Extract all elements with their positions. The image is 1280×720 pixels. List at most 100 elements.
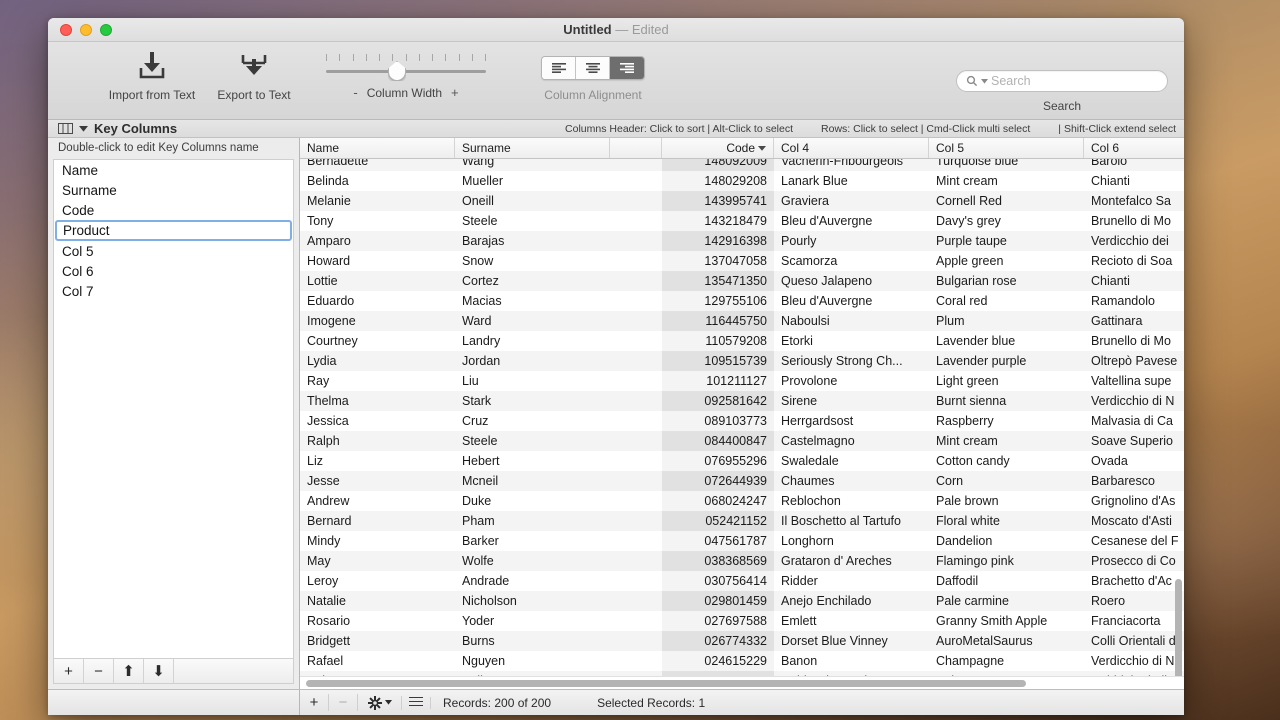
table-cell-surname[interactable]: Duke: [455, 491, 610, 511]
table-cell-col6[interactable]: Malvasia di Ca: [1084, 411, 1184, 431]
table-row[interactable]: Melanie Oneill 143995741 Graviera Cornell Re…: [300, 191, 1184, 211]
table-cell-col6[interactable]: Colli Orientali d: [1084, 631, 1184, 651]
key-columns-list[interactable]: Name Surname Code Product Col 5 Col 6 Col 7: [53, 159, 294, 658]
table-header-col4[interactable]: Col 4: [774, 138, 929, 158]
key-column-row[interactable]: Name: [54, 160, 293, 180]
table-cell-col4[interactable]: Banon: [774, 651, 929, 671]
column-width-slider[interactable]: [326, 52, 486, 84]
table-cell-surname[interactable]: Ward: [455, 311, 610, 331]
chevron-down-icon[interactable]: [384, 700, 392, 705]
remove-record-button[interactable]: −: [329, 694, 358, 711]
table-cell-code[interactable]: 092581642: [662, 391, 774, 411]
table-cell-col6[interactable]: Montefalco Sa: [1084, 191, 1184, 211]
export-to-text-button[interactable]: Export to Text: [206, 46, 302, 102]
table-cell-code[interactable]: 129755106: [662, 291, 774, 311]
table-cell-name[interactable]: Bernadette: [300, 159, 455, 171]
table-cell-col5[interactable]: Corn: [929, 471, 1084, 491]
table-row[interactable]: Courtney Landry 110579208 Etorki Lavender bl…: [300, 331, 1184, 351]
table-cell-col4[interactable]: Sirene: [774, 391, 929, 411]
table-cell-code[interactable]: 030756414: [662, 571, 774, 591]
table-cell-col5[interactable]: Floral white: [929, 511, 1084, 531]
table-cell-name[interactable]: Thelma: [300, 391, 455, 411]
table-cell-surname[interactable]: Cortez: [455, 271, 610, 291]
table-cell-name[interactable]: Lottie: [300, 271, 455, 291]
search-control[interactable]: Search Search: [956, 70, 1168, 113]
table-cell-code[interactable]: 089103773: [662, 411, 774, 431]
table-cell-col5[interactable]: Pale brown: [929, 491, 1084, 511]
table-cell-code[interactable]: 068024247: [662, 491, 774, 511]
table-row[interactable]: Ralph Steele 084400847 Castelmagno Mint crea…: [300, 431, 1184, 451]
table-cell-col5[interactable]: Cornell Red: [929, 191, 1084, 211]
table-cell-col4[interactable]: Naboulsi: [774, 311, 929, 331]
table-cell-col4[interactable]: Il Boschetto al Tartufo: [774, 511, 929, 531]
move-up-button[interactable]: ⬆: [114, 659, 144, 683]
table-cell-col4[interactable]: Grataron d' Areches: [774, 551, 929, 571]
align-center-button[interactable]: [576, 57, 610, 79]
table-cell-name[interactable]: Leroy: [300, 571, 455, 591]
table-cell-code[interactable]: 148029208: [662, 171, 774, 191]
table-row[interactable]: Liz Hebert 076955296 Swaledale Cotton candy O…: [300, 451, 1184, 471]
table-header-surname[interactable]: Surname: [455, 138, 610, 158]
horizontal-scrollbar[interactable]: [300, 676, 1184, 689]
align-left-button[interactable]: [542, 57, 576, 79]
table-cell-col4[interactable]: Longhorn: [774, 531, 929, 551]
table-cell-surname[interactable]: Liu: [455, 371, 610, 391]
table-cell-name[interactable]: Ray: [300, 371, 455, 391]
table-cell-col5[interactable]: Light green: [929, 371, 1084, 391]
table-cell-col6[interactable]: Oltrepò Pavese: [1084, 351, 1184, 371]
table-cell-col4[interactable]: Chaumes: [774, 471, 929, 491]
table-cell-col5[interactable]: Burnt sienna: [929, 391, 1084, 411]
table-cell-col6[interactable]: Barbaresco: [1084, 471, 1184, 491]
table-row[interactable]: Natalie Nicholson 029801459 Anejo Enchilado…: [300, 591, 1184, 611]
table-cell-code[interactable]: 076955296: [662, 451, 774, 471]
table-cell-name[interactable]: Ralph: [300, 431, 455, 451]
table-cell-name[interactable]: Courtney: [300, 331, 455, 351]
table-row[interactable]: Rosario Yoder 027697588 Emlett Granny Smith …: [300, 611, 1184, 631]
table-cell-name[interactable]: Jessica: [300, 411, 455, 431]
table-cell-name[interactable]: Jesse: [300, 471, 455, 491]
table-cell-col5[interactable]: Granny Smith Apple: [929, 611, 1084, 631]
table-cell-col5[interactable]: Coral red: [929, 291, 1084, 311]
table-cell-col5[interactable]: AuroMetalSaurus: [929, 631, 1084, 651]
table-cell-col6[interactable]: Franciacorta: [1084, 611, 1184, 631]
table-cell-name[interactable]: Rafael: [300, 651, 455, 671]
table-row[interactable]: Lydia Jordan 109515739 Seriously Strong Ch.…: [300, 351, 1184, 371]
table-cell-col6[interactable]: Ovada: [1084, 451, 1184, 471]
table-cell-col6[interactable]: Grignolino d'As: [1084, 491, 1184, 511]
table-cell-surname[interactable]: Mueller: [455, 171, 610, 191]
table-cell-surname[interactable]: Burns: [455, 631, 610, 651]
table-cell-col4[interactable]: Pourly: [774, 231, 929, 251]
table-cell-col4[interactable]: Emlett: [774, 611, 929, 631]
table-cell-surname[interactable]: Cruz: [455, 411, 610, 431]
sort-descending-icon[interactable]: [758, 145, 766, 151]
table-cell-code[interactable]: 143995741: [662, 191, 774, 211]
table-cell-surname[interactable]: Wang: [455, 159, 610, 171]
table-header-col6[interactable]: Col 6: [1084, 138, 1184, 158]
table-row[interactable]: Leroy Andrade 030756414 Ridder Daffodil Brach…: [300, 571, 1184, 591]
table-row[interactable]: Mindy Barker 047561787 Longhorn Dandelion Ces…: [300, 531, 1184, 551]
table-cell-col4[interactable]: Lanark Blue: [774, 171, 929, 191]
table-cell-code[interactable]: 026774332: [662, 631, 774, 651]
key-column-row[interactable]: Col 5: [54, 241, 293, 261]
table-header-code[interactable]: Code: [662, 138, 774, 158]
table-cell-col5[interactable]: Plum: [929, 311, 1084, 331]
table-cell-code[interactable]: 047561787: [662, 531, 774, 551]
table-cell-code[interactable]: 148092009: [662, 159, 774, 171]
table-row[interactable]: Andrew Duke 068024247 Reblochon Pale brown Gr…: [300, 491, 1184, 511]
add-record-button[interactable]: +: [300, 694, 329, 711]
table-cell-name[interactable]: Melanie: [300, 191, 455, 211]
table-cell-col5[interactable]: Cotton candy: [929, 451, 1084, 471]
table-cell-col5[interactable]: Turquoise blue: [929, 159, 1084, 171]
table-cell-col4[interactable]: Ridder: [774, 571, 929, 591]
table-cell-surname[interactable]: Hebert: [455, 451, 610, 471]
table-cell-surname[interactable]: Steele: [455, 211, 610, 231]
key-column-row[interactable]: Code: [54, 200, 293, 220]
table-cell-code[interactable]: 137047058: [662, 251, 774, 271]
table-cell-col6[interactable]: Verdicchio di N: [1084, 651, 1184, 671]
table-cell-col6[interactable]: Chianti: [1084, 271, 1184, 291]
table-cell-surname[interactable]: Mcneil: [455, 471, 610, 491]
table-cell-name[interactable]: Natalie: [300, 591, 455, 611]
table-row[interactable]: Howard Snow 137047058 Scamorza Apple green Re…: [300, 251, 1184, 271]
table-cell-surname[interactable]: Snow: [455, 251, 610, 271]
table-cell-col4[interactable]: Queso Jalapeno: [774, 271, 929, 291]
